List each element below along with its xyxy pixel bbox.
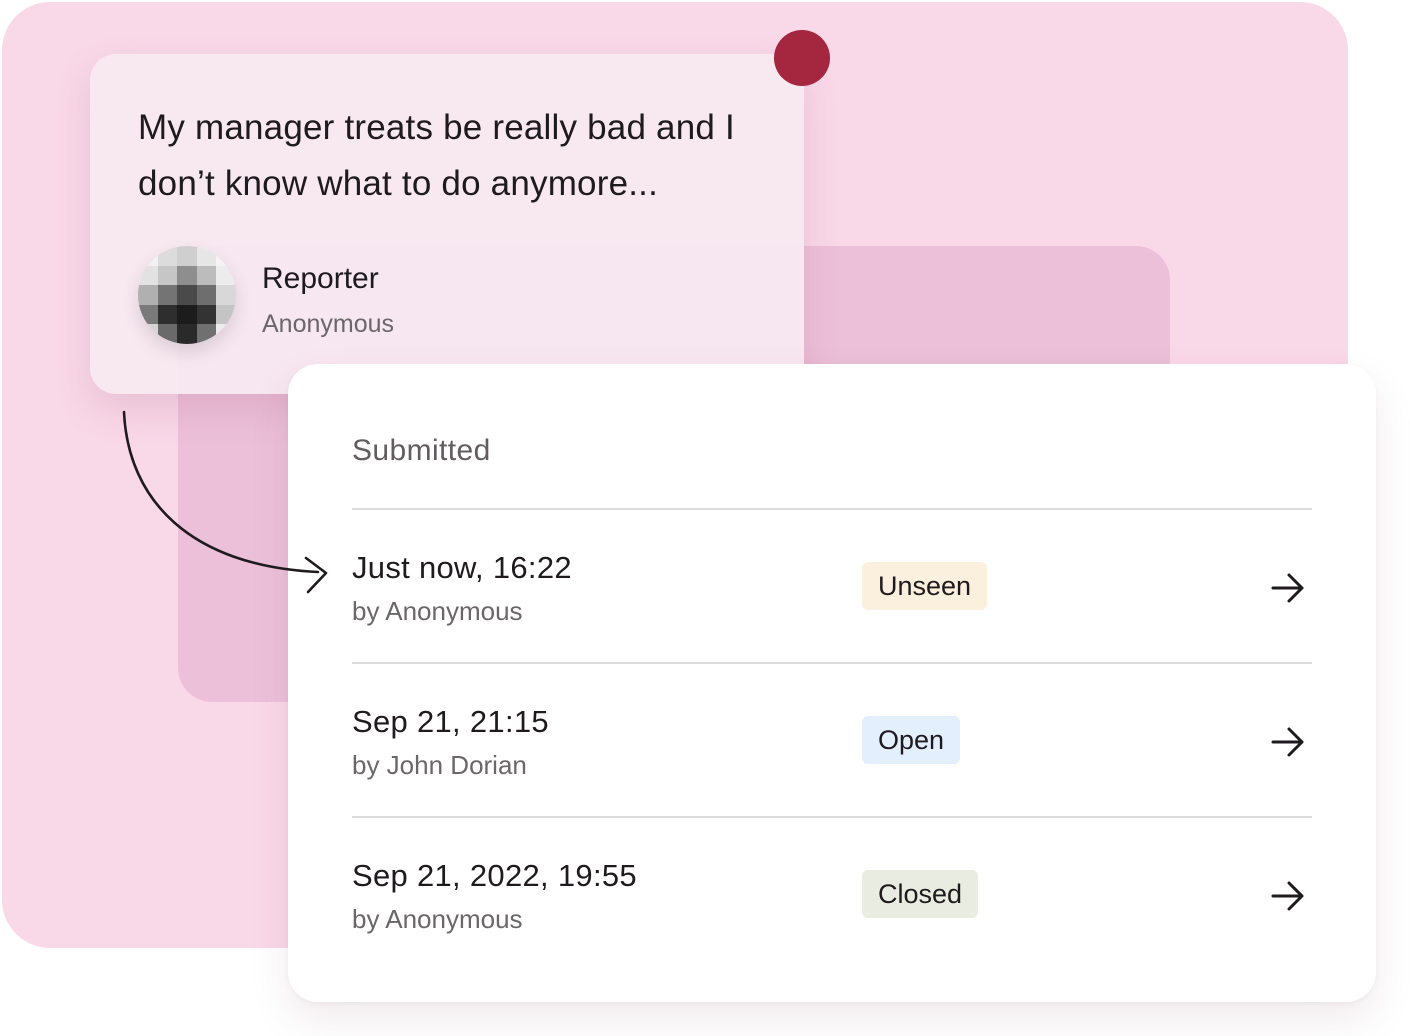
report-card[interactable]: My manager treats be really bad and I do… — [90, 54, 804, 394]
submission-row[interactable]: Sep 21, 2022, 19:55 by Anonymous Closed — [352, 816, 1312, 970]
submission-title: Sep 21, 21:15 — [352, 704, 549, 739]
avatar — [138, 246, 236, 344]
stage: My manager treats be really bad and I do… — [0, 0, 1410, 1036]
reporter-name: Anonymous — [262, 310, 395, 338]
report-message: My manager treats be really bad and I do… — [138, 108, 735, 203]
submission-row[interactable]: Just now, 16:22 by Anonymous Unseen — [352, 508, 1312, 662]
arrow-right-icon[interactable] — [1268, 568, 1308, 608]
reporter-label: Reporter — [262, 262, 379, 295]
submissions-card: Submitted Just now, 16:22 by Anonymous U… — [288, 364, 1376, 1002]
submission-author: by John Dorian — [352, 750, 527, 780]
submission-title: Sep 21, 2022, 19:55 — [352, 858, 637, 893]
submissions-heading: Submitted — [352, 434, 491, 467]
submission-author: by Anonymous — [352, 904, 523, 934]
submission-row[interactable]: Sep 21, 21:15 by John Dorian Open — [352, 662, 1312, 816]
submission-author: by Anonymous — [352, 596, 523, 626]
status-badge: Closed — [862, 870, 979, 918]
status-badge: Open — [862, 716, 961, 764]
status-badge: Unseen — [862, 562, 988, 610]
arrow-right-icon[interactable] — [1268, 722, 1308, 762]
arrow-right-icon[interactable] — [1268, 876, 1308, 916]
submission-title: Just now, 16:22 — [352, 550, 572, 585]
red-dot-icon — [774, 30, 830, 86]
